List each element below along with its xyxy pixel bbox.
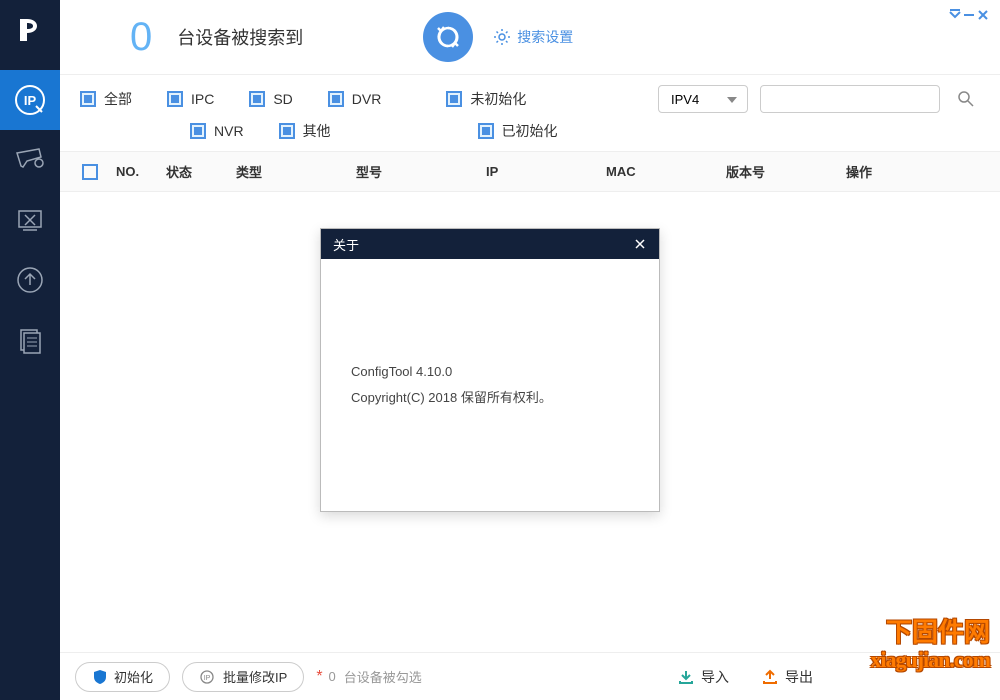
filter-nvr[interactable]: NVR <box>190 123 244 139</box>
col-action: 操作 <box>840 162 940 181</box>
filter-all[interactable]: 全部 <box>80 89 132 109</box>
search-settings-label: 搜索设置 <box>517 27 573 47</box>
about-dialog-title: 关于 <box>333 235 359 254</box>
filter-area: 全部 IPC SD DVR 未初始化 IPV4 NVR 其他 已初始化 <box>60 75 1000 152</box>
ip-badge-icon: IP <box>199 669 217 685</box>
nav-settings[interactable] <box>0 190 60 250</box>
nav-docs[interactable] <box>0 310 60 370</box>
device-count-label: 台设备被搜索到 <box>177 24 303 50</box>
filter-uninitialized[interactable]: 未初始化 <box>446 89 526 109</box>
sidebar: IP <box>0 0 60 700</box>
search-settings-link[interactable]: 搜索设置 <box>493 27 573 47</box>
col-status: 状态 <box>160 162 230 181</box>
col-ip: IP <box>480 164 600 179</box>
window-menu-icon[interactable] <box>948 8 962 22</box>
col-no: NO. <box>110 164 160 179</box>
about-copyright: Copyright(C) 2018 保留所有权利。 <box>351 385 629 411</box>
export-icon <box>761 668 779 686</box>
asterisk-icon: * <box>316 668 322 686</box>
nav-upgrade[interactable] <box>0 250 60 310</box>
about-dialog-close-button[interactable] <box>633 237 647 251</box>
export-button[interactable]: 导出 <box>761 667 813 687</box>
refresh-button[interactable] <box>423 12 473 62</box>
batch-modify-ip-button[interactable]: IP 批量修改IP <box>182 662 304 692</box>
app-logo <box>10 10 50 50</box>
refresh-icon <box>433 22 463 52</box>
filter-initialized[interactable]: 已初始化 <box>478 121 558 141</box>
selected-label: 台设备被勾选 <box>344 667 422 686</box>
nav-camera[interactable] <box>0 130 60 190</box>
import-icon <box>677 668 695 686</box>
bottom-bar: 初始化 IP 批量修改IP * 0 台设备被勾选 导入 导出 <box>60 652 1000 700</box>
filter-ipc[interactable]: IPC <box>167 91 214 107</box>
gear-icon <box>493 28 511 46</box>
table-header: NO. 状态 类型 型号 IP MAC 版本号 操作 <box>60 152 1000 192</box>
about-dialog-body: ConfigTool 4.10.0 Copyright(C) 2018 保留所有… <box>321 259 659 511</box>
initialize-button[interactable]: 初始化 <box>75 662 170 692</box>
col-mac: MAC <box>600 164 720 179</box>
about-product: ConfigTool 4.10.0 <box>351 359 629 385</box>
import-button[interactable]: 导入 <box>677 667 729 687</box>
top-summary: 0 台设备被搜索到 搜索设置 <box>60 0 1000 75</box>
col-version: 版本号 <box>720 162 840 181</box>
nav-ip-search[interactable]: IP <box>0 70 60 130</box>
col-type: 类型 <box>230 162 350 181</box>
search-icon <box>957 90 975 108</box>
about-dialog: 关于 ConfigTool 4.10.0 Copyright(C) 2018 保… <box>320 228 660 512</box>
window-controls <box>948 8 990 22</box>
svg-text:IP: IP <box>204 675 211 682</box>
shield-icon <box>92 669 108 685</box>
close-icon[interactable] <box>976 8 990 22</box>
search-input[interactable] <box>760 85 940 113</box>
filter-dvr[interactable]: DVR <box>328 91 382 107</box>
filter-other[interactable]: 其他 <box>279 121 331 141</box>
filter-sd[interactable]: SD <box>249 91 292 107</box>
svg-text:IP: IP <box>24 93 37 108</box>
selected-info: * 0 台设备被勾选 <box>316 667 421 686</box>
search-button[interactable] <box>952 85 980 113</box>
close-icon <box>633 237 647 251</box>
ip-version-select[interactable]: IPV4 <box>658 85 748 113</box>
select-all-checkbox[interactable] <box>70 164 110 180</box>
selected-count: 0 <box>329 669 336 684</box>
about-dialog-title-bar: 关于 <box>321 229 659 259</box>
col-model: 型号 <box>350 162 480 181</box>
device-count: 0 <box>130 15 152 60</box>
minimize-icon[interactable] <box>962 8 976 22</box>
